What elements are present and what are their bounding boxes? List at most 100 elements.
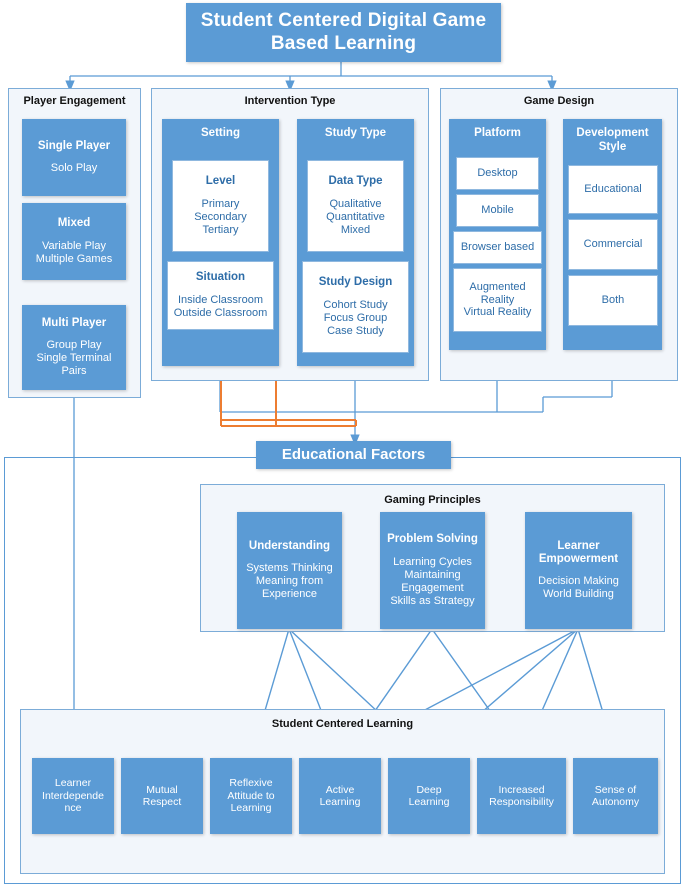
outcome-line-0: Active <box>325 783 355 796</box>
card-data-type-item-2: Mixed <box>340 223 371 236</box>
diagram-canvas: Student Centered Digital Game Based Lear… <box>0 0 685 888</box>
group-development-style-title-line2: Style <box>598 140 627 153</box>
outcome-line-0: Deep <box>416 783 442 796</box>
card-learner-empowerment-item-1: World Building <box>543 588 614 601</box>
card-multi-player-item-0: Group Play <box>46 339 102 352</box>
card-ar-vr-line-2: Virtual Reality <box>463 306 532 319</box>
panel-student-centered-learning-header: Student Centered Learning <box>271 718 414 730</box>
card-problem-solving-title: Problem Solving <box>387 533 478 546</box>
card-ar-vr: Augmented Reality Virtual Reality <box>453 268 542 332</box>
card-multi-player-item-1: Single Terminal <box>36 352 112 365</box>
card-study-design-title: Study Design <box>318 276 393 289</box>
outcome-line-1: Respect <box>142 796 182 808</box>
outcome-mutual-respect: Mutual Respect <box>121 758 203 834</box>
card-level-title: Level <box>205 175 236 188</box>
card-situation-item-0: Inside Classroom <box>178 293 263 306</box>
page-title-line1: Student Centered Digital Game <box>200 10 487 32</box>
outcome-active-learning: Active Learning <box>299 758 381 834</box>
card-understanding-item-2: Experience <box>261 588 318 601</box>
card-understanding-item-0: Systems Thinking <box>246 562 333 575</box>
card-learner-empowerment-title-line2: Empowerment <box>538 553 619 566</box>
card-mixed: Mixed Variable Play Multiple Games <box>22 203 126 280</box>
card-commercial-label: Commercial <box>583 238 643 251</box>
card-problem-solving-item-0: Learning Cycles <box>393 555 472 568</box>
card-learner-empowerment-item-0: Decision Making <box>538 575 619 588</box>
card-data-type: Data Type Qualitative Quantitative Mixed <box>307 160 404 252</box>
card-data-type-title: Data Type <box>328 175 383 188</box>
card-learner-empowerment: Learner Empowerment Decision Making Worl… <box>525 512 632 629</box>
card-level-item-1: Secondary <box>194 210 247 223</box>
card-level-item-2: Tertiary <box>202 223 239 236</box>
card-mixed-item-1: Multiple Games <box>35 252 113 265</box>
panel-gaming-principles-header: Gaming Principles <box>384 494 481 506</box>
card-situation-item-1: Outside Classroom <box>173 306 268 319</box>
card-data-type-item-0: Qualitative <box>329 197 382 210</box>
outcome-line-0: Learner <box>54 777 92 790</box>
card-mixed-item-0: Variable Play <box>42 239 106 252</box>
page-title-line2: Based Learning <box>270 32 417 54</box>
outcome-line-0: Increased <box>498 783 545 796</box>
group-setting-title: Setting <box>201 127 240 139</box>
outcome-line-1: Interdepende <box>42 789 104 802</box>
outcome-line-2: nce <box>64 802 82 815</box>
outcome-learner-interdependence: Learner Interdepende nce <box>32 758 114 834</box>
banner-educational-factors-label: Educational Factors <box>281 446 426 464</box>
outcome-line-2: Learning <box>230 802 272 815</box>
card-learner-empowerment-title-line1: Learner <box>557 539 600 552</box>
outcome-sense-of-autonomy: Sense of Autonomy <box>573 758 658 834</box>
card-level: Level Primary Secondary Tertiary <box>172 160 269 252</box>
outcome-line-0: Reflexive <box>229 777 273 790</box>
outcome-deep-learning: Deep Learning <box>388 758 470 834</box>
card-problem-solving-item-3: Skills as Strategy <box>390 594 475 607</box>
card-data-type-item-1: Quantitative <box>326 210 385 223</box>
card-mobile: Mobile <box>456 194 539 227</box>
card-study-design-item-1: Focus Group <box>323 311 388 324</box>
card-mobile-label: Mobile <box>481 204 514 217</box>
page-title: Student Centered Digital Game Based Lear… <box>186 3 501 62</box>
group-study-type-title: Study Type <box>324 127 387 139</box>
card-both-label: Both <box>601 294 625 307</box>
card-multi-player: Multi Player Group Play Single Terminal … <box>22 305 126 390</box>
card-educational-label: Educational <box>584 183 642 196</box>
card-browser-based-label: Browser based <box>460 241 535 254</box>
card-study-design-item-2: Case Study <box>327 324 384 337</box>
card-mixed-title: Mixed <box>57 217 91 230</box>
card-study-design: Study Design Cohort Study Focus Group Ca… <box>302 261 409 353</box>
outcome-line-0: Sense of <box>594 783 637 796</box>
card-understanding-item-1: Meaning from <box>255 575 324 588</box>
card-both: Both <box>568 275 658 326</box>
card-commercial: Commercial <box>568 219 658 270</box>
card-situation: Situation Inside Classroom Outside Class… <box>167 261 274 330</box>
card-understanding: Understanding Systems Thinking Meaning f… <box>237 512 342 629</box>
card-ar-vr-line-1: Reality <box>480 293 515 306</box>
outcome-line-1: Attitude to <box>227 789 275 802</box>
card-multi-player-title: Multi Player <box>41 316 107 329</box>
card-single-player-title: Single Player <box>37 139 111 152</box>
card-problem-solving-item-2: Engagement <box>401 581 464 594</box>
card-ar-vr-line-0: Augmented <box>469 280 526 293</box>
outcome-line-1: Learning <box>319 796 361 808</box>
outcome-line-1: Learning <box>408 796 450 808</box>
card-study-design-item-0: Cohort Study <box>323 298 388 311</box>
card-understanding-title: Understanding <box>248 539 331 552</box>
outcome-increased-responsibility: Increased Responsibility <box>477 758 566 834</box>
card-multi-player-item-2: Pairs <box>61 365 87 378</box>
outcome-line-1: Responsibility <box>489 796 554 808</box>
card-problem-solving-item-1: Maintaining <box>404 568 461 581</box>
outcome-line-1: Autonomy <box>591 796 640 808</box>
card-single-player-item-0: Solo Play <box>50 162 98 175</box>
outcome-line-0: Mutual <box>146 783 178 796</box>
banner-educational-factors: Educational Factors <box>256 441 451 469</box>
panel-game-design-header: Game Design <box>523 95 595 107</box>
card-problem-solving: Problem Solving Learning Cycles Maintain… <box>380 512 485 629</box>
outcome-reflexive-attitude-to-learning: Reflexive Attitude to Learning <box>210 758 292 834</box>
card-level-item-0: Primary <box>201 197 240 210</box>
group-development-style-title-line1: Development <box>576 127 649 139</box>
panel-intervention-type-header: Intervention Type <box>244 95 336 107</box>
card-browser-based: Browser based <box>453 231 542 264</box>
card-situation-title: Situation <box>195 271 246 284</box>
card-single-player: Single Player Solo Play <box>22 119 126 196</box>
card-desktop: Desktop <box>456 157 539 190</box>
card-educational: Educational <box>568 165 658 214</box>
group-platform-title: Platform <box>474 127 521 139</box>
